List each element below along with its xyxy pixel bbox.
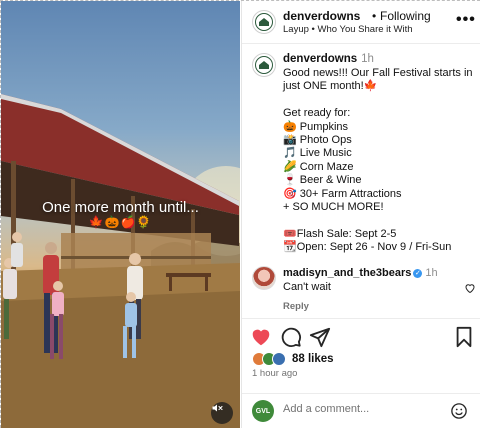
caption-line: 🎟️Flash Sale: Sept 2-5 xyxy=(283,227,397,240)
caption-line: 📆Open: Sept 26 - Nov 9 / Fri-Sun xyxy=(283,241,452,254)
commenter-username-row: madisyn_and_the3bears ✓ 1h xyxy=(283,267,438,279)
caption-line: just ONE month!🍁 xyxy=(283,80,378,93)
emoji-picker-icon[interactable] xyxy=(450,402,468,420)
caption-line xyxy=(283,214,477,227)
likes-summary[interactable]: 88 likes xyxy=(252,350,334,368)
more-options-icon[interactable]: ••• xyxy=(456,11,476,29)
caption-line: 🎃 Pumpkins xyxy=(283,120,349,133)
caption-text: Good news!!! Our Fall Festival starts in… xyxy=(283,67,477,255)
caption-line: Good news!!! Our Fall Festival starts in xyxy=(283,67,473,79)
audio-track-link[interactable]: Layup • Who You Share it With xyxy=(283,24,413,35)
video-overlay-emoji: 🍁🎃🍎🌻 xyxy=(88,215,153,229)
caption-author-avatar[interactable] xyxy=(252,53,276,77)
mute-toggle-button[interactable] xyxy=(211,402,233,424)
caption-line: Get ready for: xyxy=(283,107,351,120)
speaker-muted-icon xyxy=(212,404,223,412)
caption-timestamp[interactable]: 1h xyxy=(361,53,374,65)
post-modal: One more month until... 🍁🎃🍎🌻 denverdowns… xyxy=(0,0,480,428)
post-time-ago[interactable]: 1 hour ago xyxy=(252,368,297,379)
caption-line: + SO MUCH MORE! xyxy=(283,201,384,214)
post-details-panel: denverdowns • Following Layup • Who You … xyxy=(241,1,480,428)
save-bookmark-icon[interactable] xyxy=(453,326,475,348)
caption-line: 🎵 Live Music xyxy=(283,147,352,160)
likes-count[interactable]: 88 likes xyxy=(292,353,334,365)
current-user-avatar[interactable]: GVL xyxy=(252,400,274,422)
liker-avatar xyxy=(272,352,286,366)
caption-line: 🎯 30+ Farm Attractions xyxy=(283,187,402,200)
post-actions: 88 likes 1 hour ago xyxy=(242,318,480,388)
comment-item: madisyn_and_the3bears ✓ 1h Can't wait Repl… xyxy=(252,266,477,316)
header-separator: • xyxy=(372,9,377,23)
author-avatar[interactable] xyxy=(252,10,276,34)
comment-input[interactable] xyxy=(283,403,443,415)
add-comment-bar: GVL xyxy=(242,393,480,428)
comment-timestamp[interactable]: 1h xyxy=(425,267,437,279)
caption-line: 🌽 Corn Maze xyxy=(283,160,354,173)
share-paper-plane-icon[interactable] xyxy=(309,326,331,348)
video-player[interactable]: One more month until... 🍁🎃🍎🌻 xyxy=(1,1,240,428)
video-overlay-caption: One more month until... xyxy=(42,199,199,216)
caption-line: 📸 Photo Ops xyxy=(283,134,352,147)
commenter-username[interactable]: madisyn_and_the3bears xyxy=(283,267,411,279)
comment-text: Can't wait xyxy=(283,281,331,293)
like-comment-heart-icon[interactable] xyxy=(464,282,476,294)
barn-logo-icon xyxy=(255,56,273,74)
caption-line: 🍷 Beer & Wine xyxy=(283,174,362,187)
barn-logo-icon xyxy=(255,13,273,31)
liked-heart-icon[interactable] xyxy=(250,326,272,348)
comment-bubble-icon[interactable] xyxy=(280,326,302,348)
post-header: denverdowns • Following Layup • Who You … xyxy=(242,1,480,44)
caption-header: denverdowns 1h xyxy=(283,53,374,65)
following-button[interactable]: Following xyxy=(380,9,431,23)
caption-username[interactable]: denverdowns xyxy=(283,53,357,65)
commenter-avatar[interactable] xyxy=(252,266,276,290)
verified-badge-icon: ✓ xyxy=(413,269,423,278)
author-username[interactable]: denverdowns xyxy=(283,9,360,23)
caption-line xyxy=(283,94,477,107)
reply-button[interactable]: Reply xyxy=(283,301,309,312)
